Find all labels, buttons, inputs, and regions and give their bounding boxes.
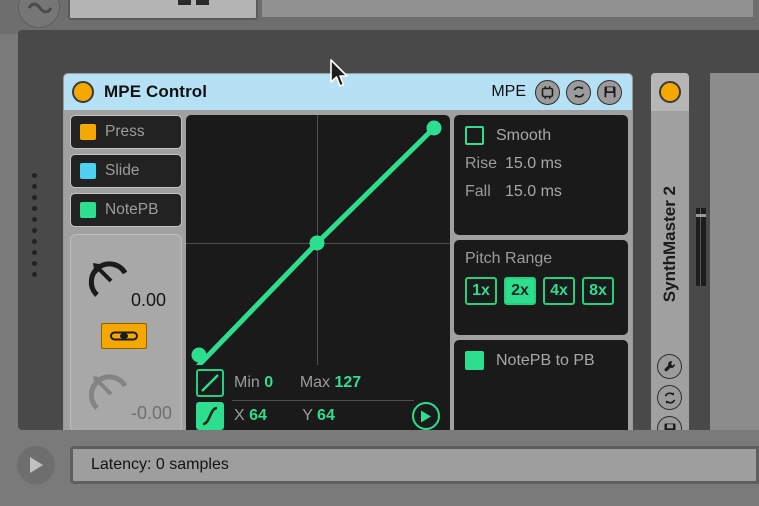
mpe-control-device: MPE Control MPE Press Slide NotePB 0.00 … bbox=[63, 73, 633, 449]
knob-panel: 0.00 -0.00 bbox=[70, 234, 182, 432]
meter-divider bbox=[700, 208, 701, 286]
app-root: MPE Control MPE Press Slide NotePB 0.00 … bbox=[0, 0, 759, 506]
device-icon bbox=[541, 85, 554, 99]
synthmaster-title: SynthMaster 2 bbox=[660, 185, 679, 303]
notepb-to-pb-label: NotePB to PB bbox=[496, 351, 595, 369]
title-bar-controls: MPE bbox=[491, 79, 624, 105]
knob-bottom-value: -0.00 bbox=[131, 403, 173, 423]
wrench-button[interactable] bbox=[657, 354, 682, 379]
wrench-icon bbox=[664, 361, 675, 372]
pitch-range-4x[interactable]: 4x bbox=[543, 277, 575, 305]
xy-row[interactable]: X 64 Y 64 bbox=[234, 407, 335, 425]
rise-label: Rise bbox=[465, 155, 498, 172]
transport-play-button[interactable] bbox=[17, 446, 55, 484]
max-value[interactable]: 127 bbox=[335, 374, 362, 391]
smooth-label: Smooth bbox=[496, 126, 552, 144]
mode-button-press[interactable]: Press bbox=[70, 115, 182, 149]
pitch-range-title: Pitch Range bbox=[465, 250, 553, 267]
status-message-field: Latency: 0 samples bbox=[70, 446, 759, 484]
meter-peak-cap bbox=[696, 214, 706, 217]
rise-row[interactable]: Rise 15.0 ms bbox=[454, 145, 628, 173]
mode-button-slide[interactable]: Slide bbox=[70, 154, 182, 188]
smooth-panel: Smooth Rise 15.0 ms Fall 15.0 ms bbox=[454, 115, 628, 235]
x-label: X bbox=[234, 407, 245, 424]
save-icon bbox=[604, 86, 615, 98]
slide-color-swatch bbox=[80, 163, 96, 179]
play-icon bbox=[421, 410, 431, 422]
sync-button[interactable] bbox=[566, 79, 591, 105]
rise-value[interactable]: 15.0 ms bbox=[505, 155, 562, 173]
clip-block bbox=[196, 0, 209, 5]
mpe-title-bar[interactable]: MPE Control MPE bbox=[64, 74, 632, 110]
value-bar-divider bbox=[232, 400, 414, 401]
notepb-to-pb-checkbox[interactable] bbox=[465, 351, 484, 370]
fall-value[interactable]: 15.0 ms bbox=[505, 183, 562, 201]
curve-value-bar: Min 0 Max 127 X 64 Y 64 bbox=[186, 365, 450, 440]
min-label: Min bbox=[234, 374, 260, 391]
min-value[interactable]: 0 bbox=[264, 374, 273, 391]
notepb-color-swatch bbox=[80, 202, 96, 218]
sync-icon bbox=[664, 391, 675, 404]
s-curve-icon[interactable] bbox=[196, 402, 224, 430]
right-empty-panel bbox=[710, 73, 759, 449]
synthmaster-title-area[interactable] bbox=[651, 73, 689, 111]
fall-row[interactable]: Fall 15.0 ms bbox=[454, 173, 628, 201]
device-icon-button[interactable] bbox=[535, 79, 560, 105]
notepb-to-pb-row[interactable]: NotePB to PB bbox=[454, 340, 628, 370]
knob-bottom[interactable]: -0.00 bbox=[85, 368, 172, 423]
device-rack: MPE Control MPE Press Slide NotePB 0.00 … bbox=[18, 30, 759, 449]
notepb-to-pb-panel: NotePB to PB bbox=[454, 340, 628, 440]
min-max-row[interactable]: Min 0 Max 127 bbox=[234, 374, 361, 392]
clip-block bbox=[178, 0, 191, 5]
pitch-range-2x[interactable]: 2x bbox=[504, 277, 536, 305]
synthmaster-device: SynthMaster 2 bbox=[651, 73, 689, 449]
synthmaster-sync-button[interactable] bbox=[657, 385, 682, 410]
mode-column: Press Slide NotePB 0.00 -0.00 bbox=[70, 115, 182, 442]
y-label: Y bbox=[302, 407, 313, 424]
latency-text: Latency: 0 samples bbox=[91, 456, 229, 473]
mode-button-notepb[interactable]: NotePB bbox=[70, 193, 182, 227]
synthmaster-buttons bbox=[657, 354, 682, 441]
pitch-range-panel: Pitch Range 1x 2x 4x 8x bbox=[454, 240, 628, 335]
play-icon bbox=[30, 457, 43, 473]
save-button[interactable] bbox=[597, 79, 622, 105]
status-bar: Latency: 0 samples bbox=[0, 430, 759, 506]
device-activator-button[interactable] bbox=[72, 81, 94, 103]
top-strip bbox=[0, 0, 759, 34]
device-title: MPE Control bbox=[104, 82, 208, 101]
waveform-button[interactable] bbox=[18, 0, 60, 28]
top-right-panel bbox=[262, 0, 753, 17]
settings-column: Smooth Rise 15.0 ms Fall 15.0 ms Pitch R… bbox=[454, 115, 628, 442]
curve-play-button[interactable] bbox=[412, 402, 440, 430]
mode-label: Press bbox=[105, 123, 145, 140]
knob-top[interactable]: 0.00 bbox=[85, 255, 166, 310]
level-meter bbox=[696, 208, 706, 286]
knob-icon bbox=[88, 374, 128, 410]
midi-map-icon bbox=[110, 331, 138, 341]
sync-icon bbox=[573, 86, 584, 98]
pitch-range-buttons: 1x 2x 4x 8x bbox=[454, 268, 628, 305]
mpe-device-body: Press Slide NotePB 0.00 -0.00 Min 0 Max … bbox=[64, 110, 632, 448]
pitch-range-8x[interactable]: 8x bbox=[582, 277, 614, 305]
mode-label: Slide bbox=[105, 162, 140, 179]
fall-label: Fall bbox=[465, 183, 491, 200]
clip-slot[interactable] bbox=[68, 0, 258, 20]
knob-icon bbox=[88, 261, 128, 297]
midi-map-button[interactable] bbox=[101, 323, 147, 349]
pitch-range-1x[interactable]: 1x bbox=[465, 277, 497, 305]
max-label: Max bbox=[299, 374, 331, 391]
mpe-tag-label: MPE bbox=[491, 83, 526, 100]
smooth-checkbox[interactable] bbox=[465, 126, 484, 145]
x-value[interactable]: 64 bbox=[249, 407, 267, 424]
linear-curve-icon[interactable] bbox=[196, 369, 224, 397]
knob-top-value: 0.00 bbox=[131, 290, 167, 310]
smooth-checkbox-row[interactable]: Smooth bbox=[454, 115, 628, 145]
synthmaster-activator-button[interactable] bbox=[659, 81, 681, 103]
mode-label: NotePB bbox=[105, 201, 159, 218]
y-value[interactable]: 64 bbox=[317, 407, 335, 424]
curve-plot bbox=[191, 120, 442, 365]
curve-editor[interactable]: Min 0 Max 127 X 64 Y 64 bbox=[186, 115, 450, 440]
rack-grip-left[interactable] bbox=[26, 155, 42, 295]
press-color-swatch bbox=[80, 124, 96, 140]
